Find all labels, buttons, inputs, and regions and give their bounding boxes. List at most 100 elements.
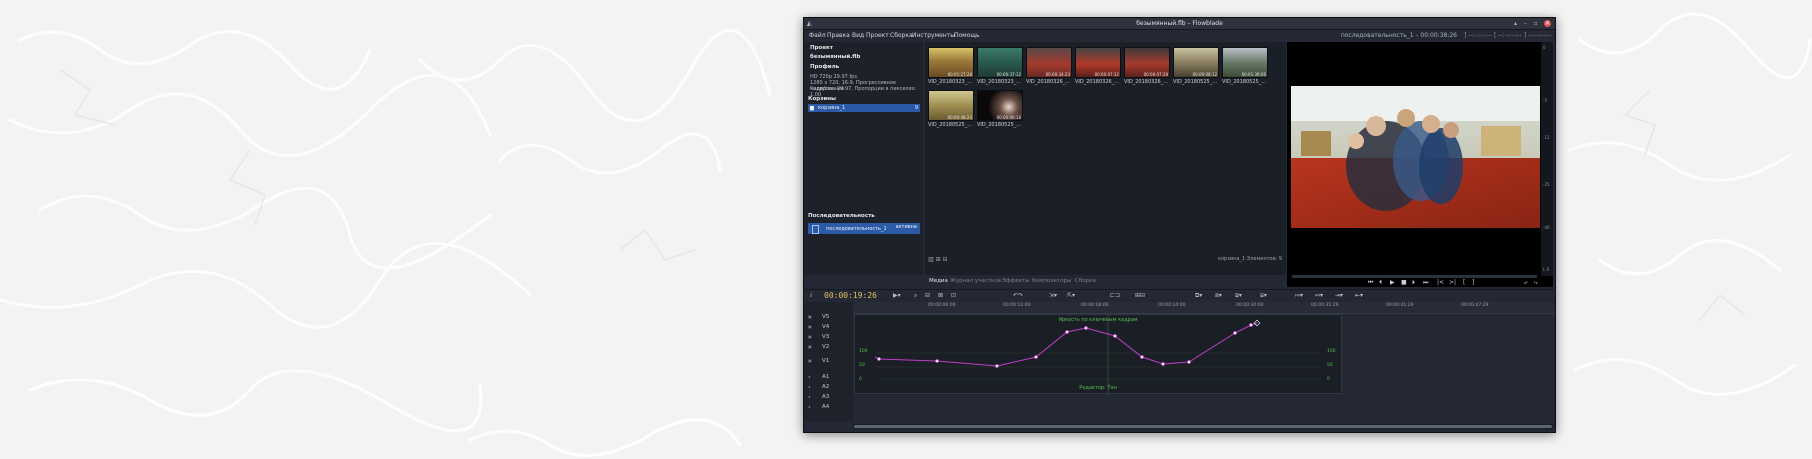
undo-button[interactable]: ↶↷ bbox=[1013, 292, 1023, 299]
cut-button[interactable]: ⊟ bbox=[925, 292, 930, 299]
folder-icon: ▆ bbox=[810, 105, 814, 111]
trim-button[interactable]: ⤆▾ bbox=[1315, 292, 1323, 299]
tab-media[interactable]: Медиа bbox=[929, 278, 948, 284]
overwrite-button[interactable]: ⇱▾ bbox=[1067, 292, 1075, 299]
play-forward-button[interactable]: ⏵ bbox=[1412, 279, 1415, 287]
maximize-button[interactable]: ▫ bbox=[1532, 20, 1539, 27]
clip-duration: 00:00:08:12 bbox=[1192, 72, 1217, 77]
app-window: ◭ безымянный.flb – Flowblade ▴ – ▫ ✕ Фай… bbox=[803, 17, 1556, 433]
menu-render[interactable]: Сборка bbox=[890, 32, 913, 39]
media-clip[interactable]: 00:00:48:24 VID_20180525_... bbox=[928, 90, 974, 130]
media-clip[interactable]: 00:00:06:18 VID_20180525_... bbox=[977, 90, 1023, 130]
menu-edit[interactable]: Правка bbox=[827, 32, 850, 39]
bin-count: 9 bbox=[914, 105, 918, 111]
clip-duration: 00:00:07:28 bbox=[1143, 72, 1168, 77]
track-label: V3 bbox=[822, 334, 830, 340]
media-panel: 00:01:27:28 VID_20180323_... 00:00:37:12… bbox=[925, 42, 1286, 275]
media-clip[interactable]: 00:00:08:12 VID_20180525_... bbox=[1173, 47, 1219, 87]
clip-name: VID_20180525_... bbox=[977, 122, 1021, 128]
video-frame-image bbox=[1291, 86, 1540, 228]
view-toggle-button[interactable]: ⤶ bbox=[1524, 279, 1527, 287]
sequence-name: последовательность_1 bbox=[826, 226, 887, 232]
split-audio-button[interactable]: ⧉▾ bbox=[1195, 292, 1202, 300]
resync-button[interactable]: ⊞⊟ bbox=[1135, 292, 1145, 299]
tab-filters[interactable]: Эффекты bbox=[1002, 278, 1030, 284]
snap-button[interactable]: ⤇▾ bbox=[1295, 292, 1303, 299]
bin-name: корзина_1 bbox=[818, 105, 846, 111]
go-start-button[interactable]: ⏮ bbox=[1368, 279, 1373, 287]
prev-frame-button[interactable]: |< bbox=[1437, 279, 1444, 286]
tab-compositors[interactable]: Композиторы bbox=[1032, 278, 1071, 284]
view-toggle-button[interactable]: ⤷ bbox=[1534, 279, 1537, 287]
track-label: V5 bbox=[822, 314, 830, 320]
tab-range-log[interactable]: Журнал участков bbox=[950, 278, 1001, 284]
ruler-tick: 00:00:35:29 bbox=[1311, 303, 1339, 308]
preview-scrubber[interactable] bbox=[1292, 275, 1537, 278]
media-clip[interactable]: 00:01:27:28 VID_20180323_... bbox=[928, 47, 974, 87]
close-button[interactable]: ✕ bbox=[1544, 20, 1551, 27]
sync-button[interactable]: ⧈▾ bbox=[1215, 292, 1222, 300]
clip-duration: 00:01:39:06 bbox=[1241, 72, 1266, 77]
bin-item[interactable]: ▆ корзина_1 9 bbox=[808, 104, 920, 112]
shade-button[interactable]: ▴ bbox=[1512, 20, 1519, 27]
sequence-info: последовательность_1 – 00:00:38:26 bbox=[1340, 32, 1457, 39]
media-clip[interactable]: 00:00:34:23 VID_20180326_... bbox=[1026, 47, 1072, 87]
media-clip[interactable]: 00:00:07:32 VID_20180326_... bbox=[1075, 47, 1121, 87]
menu-file[interactable]: Файл bbox=[809, 32, 826, 39]
clip-duration: 00:00:07:32 bbox=[1094, 72, 1119, 77]
lift-button[interactable]: ⊠ bbox=[938, 292, 943, 299]
keyframe-curve bbox=[874, 315, 1321, 393]
edit-mode-dropdown[interactable]: ▶▾ bbox=[893, 292, 901, 299]
menu-project[interactable]: Проект bbox=[866, 32, 889, 39]
track-button[interactable]: ⧇▾ bbox=[1235, 292, 1242, 300]
append-button[interactable]: ⊏⊐ bbox=[1110, 292, 1120, 299]
stop-button[interactable]: ■ bbox=[1401, 279, 1407, 286]
window-title: безымянный.flb – Flowblade bbox=[1136, 20, 1223, 27]
meter-mark: L R bbox=[1543, 267, 1550, 272]
media-tools[interactable]: ▥ ⊞ ⊟ bbox=[928, 256, 948, 263]
clip-duration: 00:00:48:24 bbox=[947, 115, 972, 120]
slip-button[interactable]: ⇤▾ bbox=[1355, 292, 1363, 299]
menu-help[interactable]: Помощь bbox=[954, 32, 980, 39]
project-panel: Проект безымянный.flb Профиль HD 720p 29… bbox=[805, 42, 923, 275]
clip-name: VID_20180525_... bbox=[1173, 79, 1217, 85]
zoom-icon[interactable]: ⌕ bbox=[914, 292, 917, 300]
sequences-heading: Последовательность bbox=[808, 213, 875, 219]
menu-tools[interactable]: Инструменты bbox=[912, 32, 955, 39]
clip-duration: 00:01:27:28 bbox=[947, 72, 972, 77]
clip-name: VID_20180525_... bbox=[928, 122, 972, 128]
ruler-tick: 00:00:06:00 bbox=[928, 303, 956, 308]
minimize-button[interactable]: – bbox=[1522, 20, 1529, 27]
film-strip-icon bbox=[812, 225, 819, 234]
play-back-button[interactable]: ⏴ bbox=[1379, 279, 1382, 287]
play-button[interactable]: ▶ bbox=[1390, 279, 1395, 286]
next-frame-button[interactable]: >| bbox=[1449, 279, 1456, 286]
insert-button[interactable]: ⇲▾ bbox=[1049, 292, 1057, 299]
timeline-scrollbar[interactable] bbox=[853, 424, 1554, 429]
media-clip[interactable]: 00:00:07:28 VID_20180326_... bbox=[1124, 47, 1170, 87]
sequence-item[interactable]: последовательность_1 активна bbox=[808, 223, 920, 234]
mark-out-button[interactable]: ] bbox=[1472, 279, 1474, 286]
track-label: A4 bbox=[822, 404, 830, 410]
info-icon[interactable]: ⅈ bbox=[810, 292, 812, 299]
go-end-button[interactable]: ⏭ bbox=[1423, 279, 1428, 287]
splice-button[interactable]: ⊡ bbox=[951, 292, 956, 299]
timeline-ruler[interactable]: 00:00:06:00 00:00:12:00 00:00:18:00 00:0… bbox=[853, 302, 1554, 314]
preview-monitor: 0 -5 -12 -25 -40 L R ⏮ ⏴ ▶ ■ ⏵ ⏭ |< >| [… bbox=[1287, 42, 1553, 287]
keyframe-editor[interactable]: Яркость по ключевым кадрам 100 50 0 100 … bbox=[854, 314, 1342, 394]
scrollbar-thumb[interactable] bbox=[854, 425, 1552, 428]
tab-render[interactable]: Сборка bbox=[1075, 278, 1096, 284]
roll-button[interactable]: ⇥▾ bbox=[1335, 292, 1343, 299]
track-label: V2 bbox=[822, 344, 830, 350]
timeline-tracks[interactable]: Яркость по ключевым кадрам 100 50 0 100 … bbox=[853, 314, 1554, 424]
clip-duration: 00:00:37:12 bbox=[996, 72, 1021, 77]
mark-in-button[interactable]: [ bbox=[1463, 279, 1465, 286]
clip-name: VID_20180326_... bbox=[1026, 79, 1070, 85]
layout-button[interactable]: ⧆▾ bbox=[1260, 292, 1267, 300]
media-clip[interactable]: 00:00:37:12 VID_20180323_... bbox=[977, 47, 1023, 87]
sequence-state: активна bbox=[895, 224, 917, 230]
menu-view[interactable]: Вид bbox=[852, 32, 864, 39]
media-clip[interactable]: 00:01:39:06 VID_20180525_... bbox=[1222, 47, 1268, 87]
timeline-toolbar: ⅈ 00:00:19:26 ▶▾ ⌕ ⊟ ⊠ ⊡ ↶↷ ⇲▾ ⇱▾ ⊏⊐ ⊞⊟ … bbox=[805, 289, 1554, 302]
track-heads: ▣ V5 ▣ V4 ▣ V3 ▣ V2 ▣ V1 ◂ A1 ◂ A2 ◂ A3 ◂ A4 bbox=[805, 302, 853, 422]
